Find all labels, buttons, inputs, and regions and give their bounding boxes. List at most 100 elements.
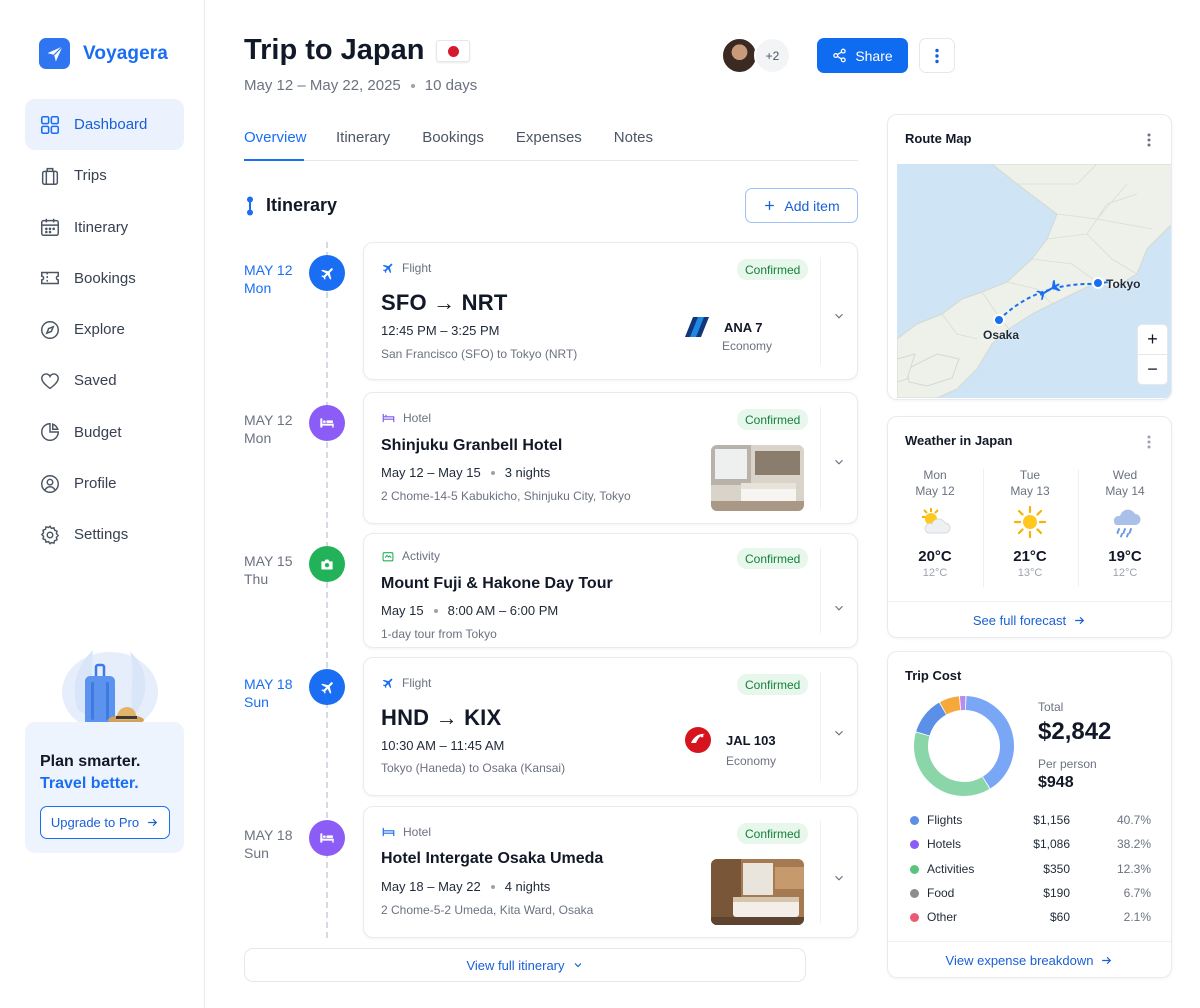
trip-subtitle: May 12 – May 22, 2025 10 days xyxy=(244,77,477,94)
zoom-in-button[interactable]: + xyxy=(1137,324,1168,355)
sidebar-item-budget[interactable]: Budget xyxy=(25,407,184,458)
sidebar-item-settings[interactable]: Settings xyxy=(25,509,184,560)
sidebar-item-saved[interactable]: Saved xyxy=(25,355,184,406)
donut-slice-activities xyxy=(916,702,947,736)
camera-icon xyxy=(309,546,345,582)
weather-date: May 12 xyxy=(915,484,955,498)
chevron-down-icon[interactable] xyxy=(832,455,846,469)
itinerary-card-flight[interactable]: Flight Confirmed HND → KIX 10:30 AM – 11… xyxy=(363,657,858,796)
sidebar-item-explore[interactable]: Explore xyxy=(25,304,184,355)
donut-slice-hotels xyxy=(914,732,990,796)
chevron-down-icon[interactable] xyxy=(832,601,846,615)
activity-hours: 8:00 AM – 6:00 PM xyxy=(447,603,559,618)
itinerary-card-hotel[interactable]: Hotel Confirmed Hotel Intergate Osaka Um… xyxy=(363,806,858,938)
cost-category: Hotels xyxy=(927,837,962,851)
status-badge: Confirmed xyxy=(737,674,809,695)
ana-logo-icon xyxy=(685,317,709,337)
sidebar-item-profile[interactable]: Profile xyxy=(25,458,184,509)
sidebar-nav: Dashboard Trips Itinerary Bookings Explo… xyxy=(25,99,184,561)
total-value: $2,842 xyxy=(1038,718,1112,745)
chevron-down-icon[interactable] xyxy=(832,726,846,740)
page-title: Trip to Japan xyxy=(244,34,471,67)
card-divider xyxy=(820,407,821,509)
chevron-down-icon xyxy=(574,963,581,968)
date-label: MAY 15 xyxy=(244,553,293,569)
legend-swatch xyxy=(910,889,919,898)
route-map-title: Route Map xyxy=(905,131,972,146)
tab-itinerary[interactable]: Itinerary xyxy=(336,127,390,160)
weather-low: 12°C xyxy=(1112,567,1138,579)
airplane-icon xyxy=(382,263,393,274)
weather-low: 13°C xyxy=(1017,567,1043,579)
itinerary-card-flight[interactable]: Flight Confirmed SFO → NRT 12:45 PM – 3:… xyxy=(363,242,858,380)
activity-time: May 15 8:00 AM – 6:00 PM xyxy=(381,603,558,618)
card-type: Flight xyxy=(381,261,431,275)
chevron-down-icon[interactable] xyxy=(832,309,846,323)
cost-percent: 6.7% xyxy=(1123,886,1151,900)
trip-cost-panel: Trip Cost Total $2,842 Per person $948 F… xyxy=(887,651,1172,978)
sidebar-item-itinerary[interactable]: Itinerary xyxy=(25,202,184,253)
cost-percent: 2.1% xyxy=(1123,910,1151,924)
cost-category: Activities xyxy=(927,862,975,876)
see-full-forecast-link[interactable]: See full forecast xyxy=(888,601,1171,637)
sidebar-item-label: Bookings xyxy=(74,269,136,287)
sidebar-item-dashboard[interactable]: Dashboard xyxy=(25,99,184,150)
airplane-icon xyxy=(309,669,345,705)
status-badge: Confirmed xyxy=(737,409,809,430)
sidebar-item-trips[interactable]: Trips xyxy=(25,150,184,201)
stay-dates: May 12 – May 15 xyxy=(381,465,481,480)
upgrade-button[interactable]: Upgrade to Pro xyxy=(40,806,170,839)
route-map-panel: Route Map Osaka Tokyo + − xyxy=(887,114,1172,400)
itinerary-heading: Itinerary xyxy=(244,195,337,216)
sidebar-item-label: Itinerary xyxy=(74,218,129,236)
bed-icon xyxy=(309,820,345,856)
collaborators[interactable]: +2 xyxy=(721,37,791,74)
itinerary-card-hotel[interactable]: Hotel Confirmed Shinjuku Granbell Hotel … xyxy=(363,392,858,524)
pie-icon xyxy=(41,423,59,442)
sidebar-item-bookings[interactable]: Bookings xyxy=(25,253,184,304)
cost-percent: 40.7% xyxy=(1116,813,1151,827)
separator-dot xyxy=(490,884,495,889)
add-item-button[interactable]: Add item xyxy=(745,188,858,223)
itinerary-card-activity[interactable]: Activity Confirmed Mount Fuji & Hakone D… xyxy=(363,533,858,648)
timeline-date: MAY 18 Sun xyxy=(244,675,293,711)
more-collaborators-badge[interactable]: +2 xyxy=(754,37,791,74)
jal-logo-icon xyxy=(685,727,711,753)
cost-category: Other xyxy=(927,910,958,924)
view-expense-breakdown-link[interactable]: View expense breakdown xyxy=(888,941,1171,977)
map-label-to: Tokyo xyxy=(1106,277,1141,291)
avatar[interactable] xyxy=(721,37,758,74)
trip-dates: May 12 – May 22, 2025 xyxy=(244,77,401,94)
view-full-itinerary-button[interactable]: View full itinerary xyxy=(244,948,806,982)
date-label: MAY 18 xyxy=(244,827,293,843)
chevron-down-icon[interactable] xyxy=(832,871,846,885)
more-options-button[interactable] xyxy=(919,38,955,73)
cost-category: Food xyxy=(927,886,955,900)
cost-donut-chart xyxy=(914,696,1014,796)
card-type: Flight xyxy=(381,676,431,690)
more-vertical-icon[interactable] xyxy=(1141,434,1157,450)
date-label: MAY 12 xyxy=(244,262,293,278)
cost-category: Flights xyxy=(927,813,963,827)
brand-name: Voyagera xyxy=(83,42,168,64)
donut-slice-food xyxy=(939,696,961,715)
more-vertical-icon[interactable] xyxy=(1141,132,1157,148)
hotel-photo xyxy=(711,445,804,511)
tab-expenses[interactable]: Expenses xyxy=(516,127,582,160)
add-item-label: Add item xyxy=(784,197,840,214)
day-label: Mon xyxy=(244,280,272,296)
sun-icon xyxy=(1013,505,1047,539)
cost-row: Food $190 6.7% xyxy=(910,885,1151,903)
date-label: MAY 18 xyxy=(244,676,293,692)
zoom-out-button[interactable]: − xyxy=(1137,354,1168,385)
stay-nights: 4 nights xyxy=(504,879,551,894)
tab-overview[interactable]: Overview xyxy=(244,127,307,161)
airplane-icon xyxy=(309,255,345,291)
share-button[interactable]: Share xyxy=(817,38,908,73)
tab-notes[interactable]: Notes xyxy=(614,127,653,160)
luggage-illustration xyxy=(62,650,158,732)
airline-code: ANA 7 xyxy=(724,319,763,335)
tab-bookings[interactable]: Bookings xyxy=(422,127,484,160)
route-map[interactable]: Osaka Tokyo + − xyxy=(897,164,1171,398)
brand[interactable]: Voyagera xyxy=(39,38,168,69)
